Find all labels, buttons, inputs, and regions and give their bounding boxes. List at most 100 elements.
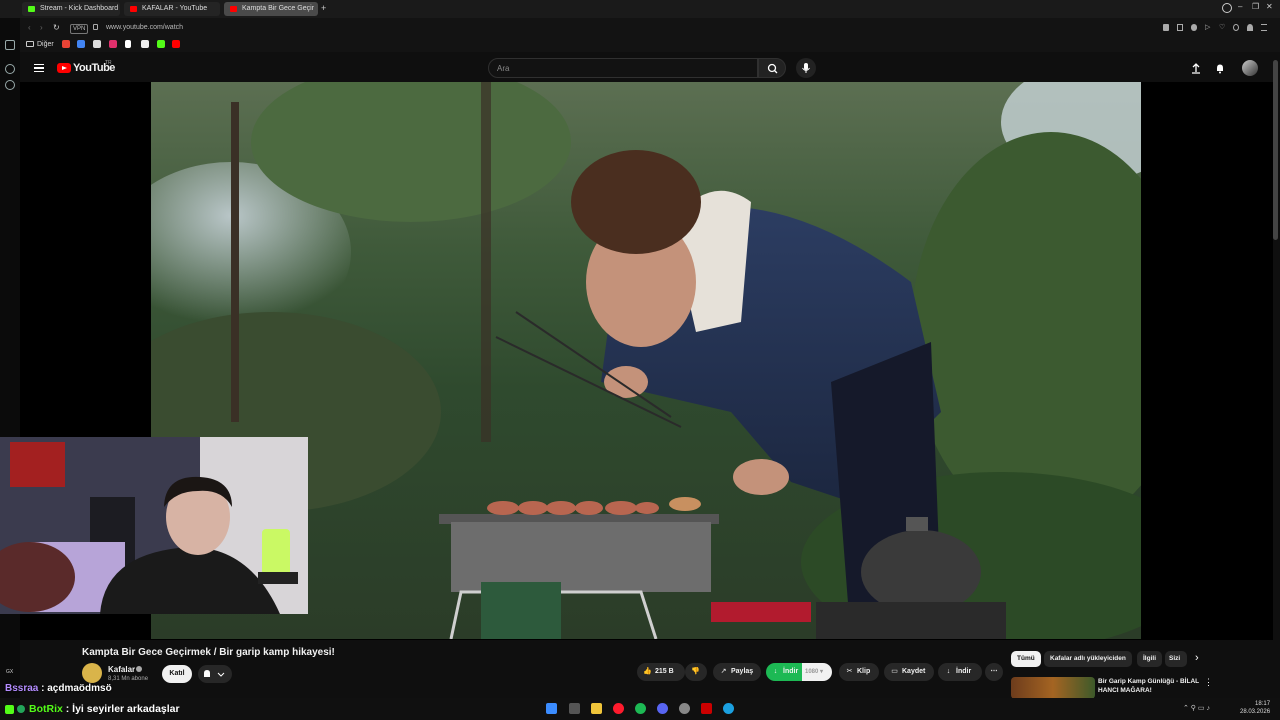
workspace-icon[interactable] xyxy=(5,40,15,50)
youtube-bookmark-icon[interactable] xyxy=(172,40,180,48)
windows-start-icon[interactable] xyxy=(546,703,557,714)
folder-icon xyxy=(26,41,34,47)
extension-icons: ▷ ♡ xyxy=(1163,24,1273,32)
bell-icon xyxy=(204,670,225,677)
save-icon: ▭ xyxy=(891,668,898,675)
search-button[interactable] xyxy=(758,58,786,78)
spotify-icon[interactable] xyxy=(635,703,646,714)
instagram-bookmark-icon[interactable] xyxy=(109,40,117,48)
translate-bookmark-icon[interactable] xyxy=(77,40,85,48)
menu-icon[interactable] xyxy=(1261,24,1267,31)
share-icon: ↗ xyxy=(720,668,727,675)
gmail-bookmark-icon[interactable] xyxy=(62,40,70,48)
forward-icon[interactable]: › xyxy=(40,23,43,32)
chip-for-you[interactable]: Sizi xyxy=(1165,651,1187,667)
like-button[interactable]: 👍 215 B xyxy=(637,663,685,681)
chat-message: BotRix : İyi seyirler arkadaşlar xyxy=(29,703,180,715)
task-view-icon[interactable] xyxy=(569,703,580,714)
settings-icon[interactable] xyxy=(5,80,15,90)
chip-all[interactable]: Tümü xyxy=(1011,651,1041,667)
lock-icon xyxy=(93,24,98,30)
search-input[interactable]: Ara xyxy=(488,58,758,78)
kick-badge-icon xyxy=(5,705,14,714)
heart-icon[interactable]: ♡ xyxy=(1219,24,1225,31)
quality-select[interactable]: 1080 ▾ xyxy=(802,663,832,681)
webcam-feed xyxy=(0,437,308,614)
recommendation-thumbnail[interactable] xyxy=(1011,677,1095,699)
chat-message: Bssraa : açdmaödmsö xyxy=(5,683,112,694)
download-icon: ↓ xyxy=(773,668,778,675)
notifications-bell-icon[interactable] xyxy=(1214,62,1226,74)
bookmarks-bar xyxy=(20,38,1280,52)
chip-related[interactable]: İlgili xyxy=(1137,651,1162,667)
more-actions-button[interactable]: ⋯ xyxy=(985,663,1003,681)
share-button[interactable]: ↗ Paylaş xyxy=(713,663,761,681)
dislike-button[interactable]: 👎 xyxy=(685,663,707,681)
download-green-button[interactable]: ↓ İndir xyxy=(766,663,802,681)
youtube-favicon-icon xyxy=(230,6,237,12)
scissors-icon: ✂ xyxy=(846,668,853,675)
kick-bookmark-icon[interactable] xyxy=(157,40,165,48)
discord-icon[interactable] xyxy=(657,703,668,714)
minimize-button[interactable]: – xyxy=(1238,2,1242,11)
tab-kick-dashboard[interactable]: Stream - Kick Dashboard xyxy=(22,2,120,16)
file-explorer-icon[interactable] xyxy=(591,703,602,714)
tab-label: Stream - Kick Dashboard xyxy=(40,5,119,12)
close-window-button[interactable]: ✕ xyxy=(1266,2,1273,11)
page-scrollbar[interactable] xyxy=(1273,60,1278,240)
screenshot-icon[interactable] xyxy=(1177,24,1183,31)
channel-avatar[interactable] xyxy=(82,663,102,683)
extension-icon[interactable] xyxy=(1163,24,1169,31)
search-tabs-icon[interactable] xyxy=(1222,3,1232,13)
join-button[interactable]: Katıl xyxy=(162,665,192,683)
new-tab-button[interactable]: + xyxy=(321,3,326,13)
tab-label: KAFALAR - YouTube xyxy=(142,5,208,12)
recommendation-more-icon[interactable]: ⋮ xyxy=(1204,677,1213,688)
chip-uploader[interactable]: Kafalar adlı yükleyiciden xyxy=(1044,651,1132,667)
system-tray-icons[interactable]: ⌃ ⚲ ▭ ♪ xyxy=(1183,704,1210,712)
hamburger-menu-icon[interactable] xyxy=(34,64,44,72)
save-button[interactable]: ▭ Kaydet xyxy=(884,663,934,681)
shield-icon[interactable] xyxy=(1191,24,1197,31)
account-avatar[interactable] xyxy=(1242,60,1258,76)
tab-active-video[interactable]: Kampta Bir Gece Geçir xyxy=(224,2,318,16)
obs-icon[interactable] xyxy=(679,703,690,714)
youtube-logo-icon[interactable] xyxy=(57,63,71,73)
tiktok-bookmark-icon[interactable] xyxy=(125,40,131,48)
vpn-badge[interactable]: VPN xyxy=(70,24,89,34)
video-title: Kampta Bir Gece Geçirmek / Bir garip kam… xyxy=(82,647,335,658)
profile-icon[interactable] xyxy=(1247,24,1253,31)
subscription-bell-button[interactable] xyxy=(198,665,232,683)
thumbs-down-icon: 👎 xyxy=(691,668,700,675)
subscriber-count: 8,31 Mn abone xyxy=(108,676,149,682)
clock-time: 18:17 xyxy=(1255,701,1271,707)
chips-next-icon[interactable]: › xyxy=(1195,652,1199,664)
maximize-button[interactable]: ❐ xyxy=(1252,2,1259,11)
channel-name[interactable]: Kafalar xyxy=(108,665,135,674)
recommendation-title[interactable]: Bir Garip Kamp Günlüğü - BİLAL HANCI MAĞ… xyxy=(1098,677,1202,695)
clip-button[interactable]: ✂ Klip xyxy=(839,663,879,681)
cube-icon[interactable] xyxy=(1233,24,1239,31)
kick-favicon-icon xyxy=(28,6,35,12)
bookmark-folder[interactable]: Diğer xyxy=(37,41,54,48)
reload-icon[interactable]: ↻ xyxy=(53,23,60,32)
edge-icon[interactable] xyxy=(723,703,734,714)
x-bookmark-icon[interactable] xyxy=(141,40,149,48)
upload-icon[interactable] xyxy=(1190,62,1202,74)
chat-text: : İyi seyirler arkadaşlar xyxy=(62,703,180,715)
opera-gx-icon[interactable] xyxy=(613,703,624,714)
verified-bot-badge-icon xyxy=(17,705,25,713)
bookmark-icon[interactable] xyxy=(93,40,101,48)
webcam-overlay xyxy=(0,437,308,614)
tab-label: Kampta Bir Gece Geçir xyxy=(242,5,314,12)
history-icon[interactable] xyxy=(5,64,15,74)
play-icon[interactable]: ▷ xyxy=(1205,24,1211,31)
url-field[interactable]: www.youtube.com/watch xyxy=(106,24,183,31)
chat-username: Bssraa xyxy=(5,683,39,694)
taskbar-clock[interactable]: 18:17 28.03.2026 xyxy=(1240,700,1270,716)
back-icon[interactable]: ‹ xyxy=(28,23,31,32)
app-icon[interactable] xyxy=(701,703,712,714)
tab-kafalar-youtube[interactable]: KAFALAR - YouTube xyxy=(124,2,220,16)
download-button[interactable]: ↓ İndir xyxy=(938,663,982,681)
voice-search-button[interactable] xyxy=(796,58,816,78)
